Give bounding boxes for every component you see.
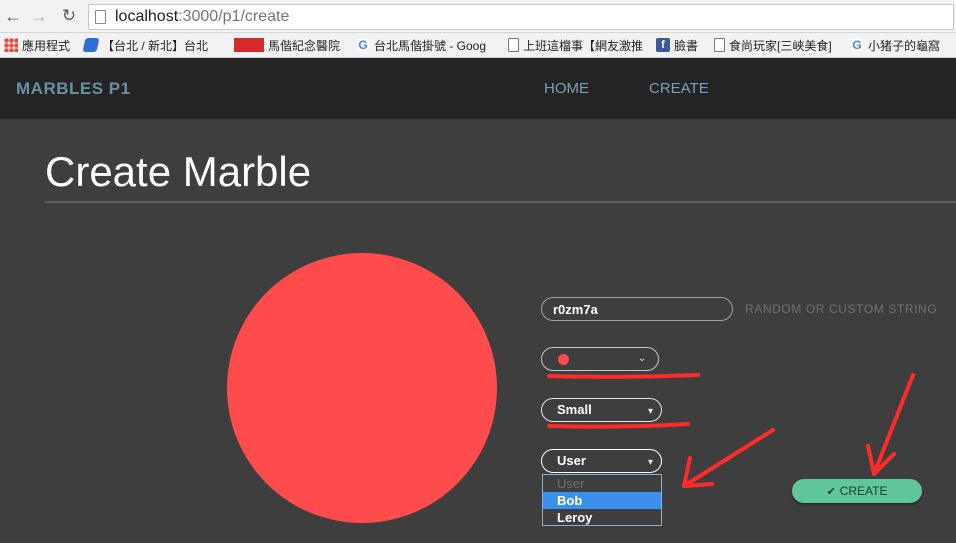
chevron-down-icon: ▾ [648,406,654,417]
dropdown-option-bob[interactable]: Bob [543,492,661,509]
bookmark-label: 上班這檔事【網友激推 [523,38,644,53]
bookmark-label: 台北馬偕掛號 - Goog [374,38,487,53]
bookmark-label: 【台北 / 新北】台北 [102,38,209,53]
checkmark-icon: ✔ [826,486,836,498]
google-icon: G [356,38,370,52]
facebook-icon: f [656,38,670,52]
bookmark-label: 小猪子的龜窩 [868,38,941,53]
bookmark-mackay-registration[interactable]: G 台北馬偕掛號 - Goog [356,37,486,53]
app-header: MARBLES P1 HOME CREATE [0,58,956,119]
forward-arrow-icon[interactable]: → [28,5,50,27]
bookmark-work[interactable]: 上班這檔事【網友激推 [508,37,643,53]
name-hint: RANDOM OR CUSTOM STRING [745,302,938,316]
bookmark-label: 食尚玩家[三峽美食] [729,38,832,53]
page-icon [714,38,725,52]
color-select[interactable]: ⌄ [541,347,659,371]
nav-home[interactable]: HOME [544,80,589,97]
bookmark-apps[interactable]: 應用程式 [4,37,70,53]
user-select-value: User [557,453,586,468]
address-bar[interactable]: localhost:3000/p1/create [88,4,954,30]
bookmark-facebook[interactable]: f 臉書 [656,37,698,53]
nav-create[interactable]: CREATE [649,80,709,97]
create-button-label: CREATE [839,484,888,498]
marble-preview [227,253,497,523]
bookmark-label: 臉書 [674,38,699,53]
size-select[interactable]: Small ▾ [541,398,662,422]
underline-mark [547,373,700,379]
url-text: localhost:3000/p1/create [115,8,289,26]
create-button[interactable]: ✔ CREATE [792,479,922,503]
bookmark-blog[interactable]: G 小猪子的龜窩 [850,37,940,53]
color-swatch [558,354,569,365]
underline-mark [547,422,690,429]
marble-name-input[interactable] [541,297,733,321]
page-title: Create Marble [45,148,312,195]
arrow-mark [872,373,915,476]
chevron-down-icon: ▾ [648,457,654,468]
bookmarks-bar: 應用程式 【台北 / 新北】台北 馬偕紀念醫院 G 台北馬偕掛號 - Goog … [0,33,956,58]
dropdown-option-user: User [557,476,585,491]
brand-logo[interactable]: MARBLES P1 [16,79,131,99]
blue-bookmark-icon [82,38,100,52]
arrowhead-mark [682,456,714,488]
user-select[interactable]: User ▾ [541,449,662,473]
arrow-mark [682,428,775,488]
user-dropdown-list: User Bob Leroy [542,474,662,526]
page-icon [508,38,519,52]
title-divider [45,201,956,203]
bookmark-taipei[interactable]: 【台北 / 新北】台北 [82,37,209,53]
google-icon: G [850,38,864,52]
chevron-down-icon: ⌄ [638,353,647,364]
bookmark-mackay-hospital[interactable]: 馬偕紀念醫院 [234,37,340,53]
size-select-value: Small [557,402,592,417]
url-host: localhost [115,8,179,25]
page-icon [95,10,106,24]
bookmark-label: 應用程式 [22,38,71,53]
reload-icon[interactable]: ↻ [58,5,80,27]
apps-grid-icon [4,38,18,52]
url-path: :3000/p1/create [178,8,290,25]
browser-toolbar: ← → ↻ localhost:3000/p1/create [0,0,956,33]
bookmark-food[interactable]: 食尚玩家[三峽美食] [714,37,832,53]
arrowhead-mark [866,444,896,476]
bookmark-label: 馬偕紀念醫院 [268,38,341,53]
hospital-logo-icon [234,38,264,52]
dropdown-option-leroy[interactable]: Leroy [543,509,661,526]
back-arrow-icon[interactable]: ← [2,5,24,27]
